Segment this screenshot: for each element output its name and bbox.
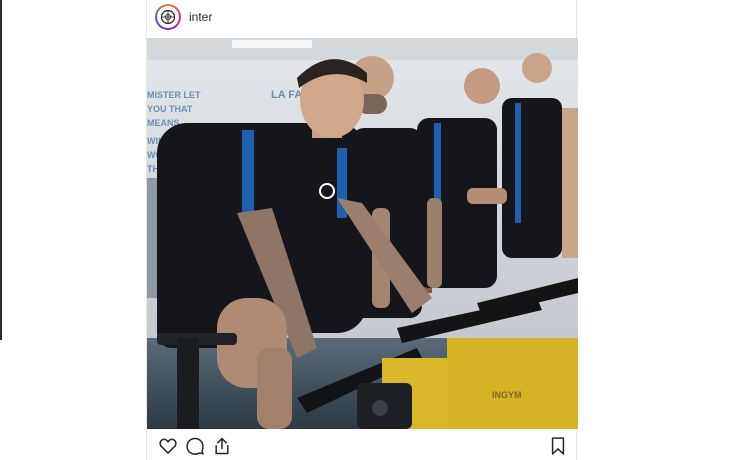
svg-text:LA FA: LA FA [271, 89, 302, 101]
share-button[interactable] [211, 435, 233, 457]
training-photo: MISTER LET YOU THAT MEANS... WILLING TO … [147, 38, 578, 429]
window-edge-divider [0, 0, 2, 340]
svg-text:INGYM: INGYM [492, 390, 522, 400]
comment-button[interactable] [184, 435, 206, 457]
post-photo[interactable]: MISTER LET YOU THAT MEANS... WILLING TO … [147, 38, 578, 429]
avatar[interactable] [155, 4, 181, 30]
post-header: inter [147, 0, 576, 36]
svg-text:YOU THAT: YOU THAT [147, 104, 193, 114]
comment-icon [186, 437, 204, 455]
post-username[interactable]: inter [189, 10, 212, 24]
save-button[interactable] [547, 435, 569, 457]
like-button[interactable] [157, 435, 179, 457]
instagram-post-card: inter MISTER LET YOU THAT MEANS... THE L… [146, 0, 578, 460]
svg-text:MISTER LET: MISTER LET [147, 90, 201, 100]
share-icon [215, 437, 229, 455]
post-actions-bar [147, 432, 576, 460]
bookmark-icon [551, 437, 565, 455]
inter-crest-icon [157, 6, 179, 28]
heart-icon [159, 438, 177, 454]
